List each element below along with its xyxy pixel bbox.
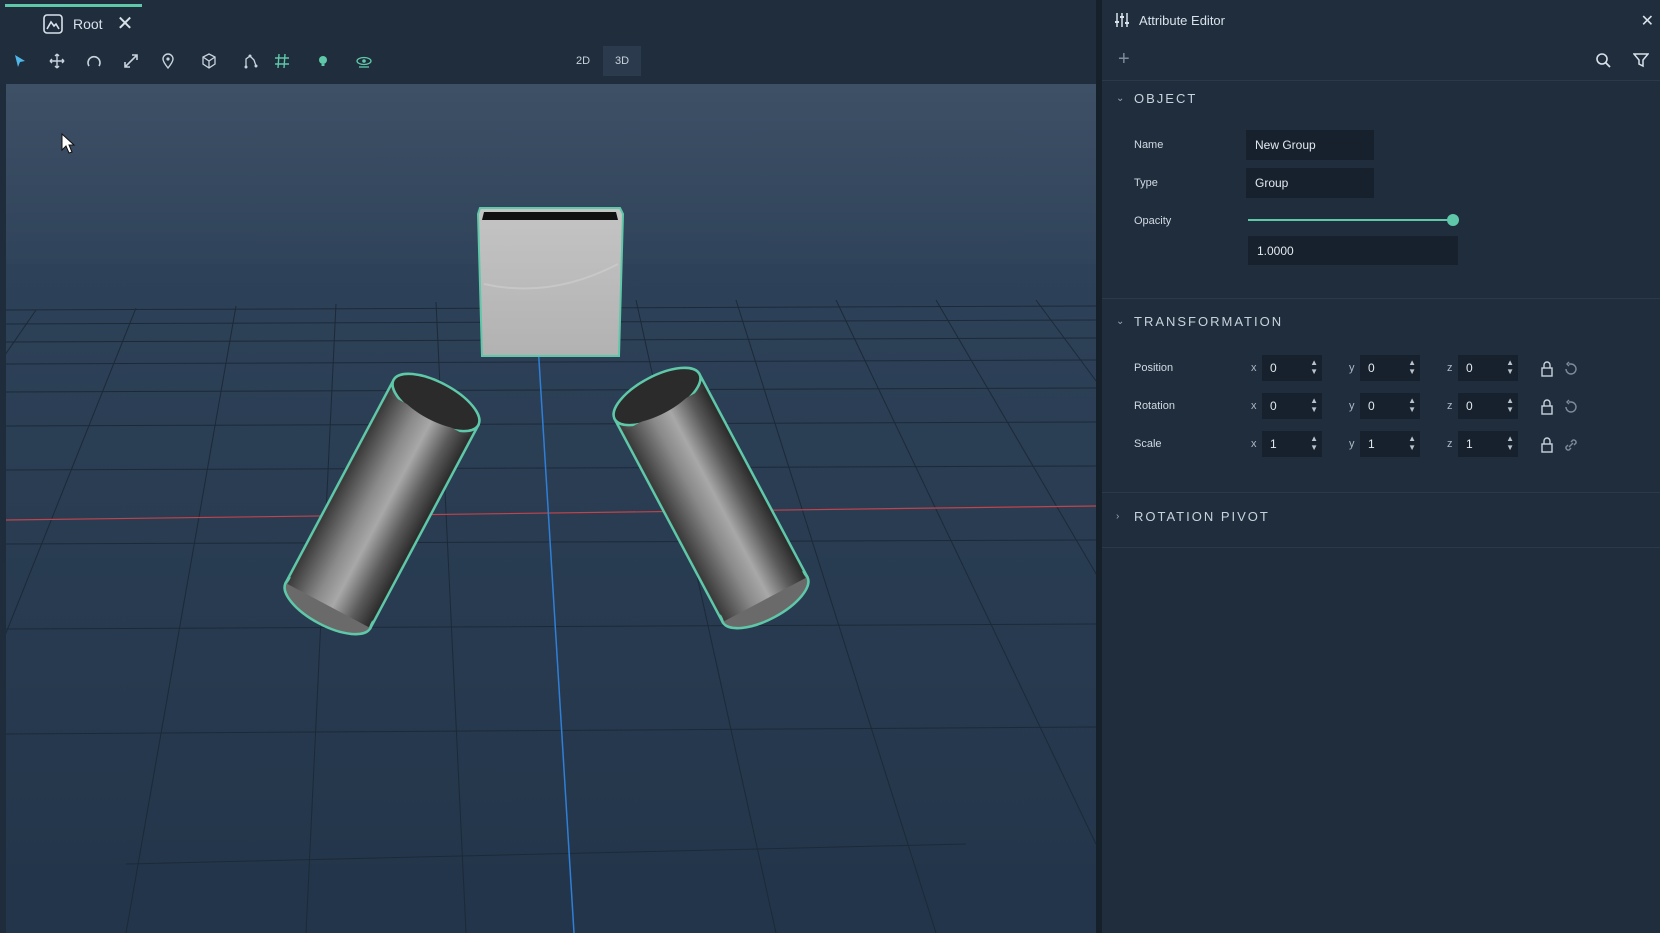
stepper-icon[interactable]: ▲ ▼ [1506, 396, 1514, 414]
section-rotation-pivot-header[interactable]: › ROTATION PIVOT [1116, 509, 1270, 524]
position-y-value: 0 [1368, 361, 1375, 375]
axis-z-label: z [1447, 362, 1453, 374]
axis-z-label: z [1447, 400, 1453, 412]
reset-icon[interactable] [1563, 361, 1579, 377]
position-z-input[interactable]: 0 ▲ ▼ [1458, 355, 1518, 381]
rotation-z-input[interactable]: 0 ▲ ▼ [1458, 393, 1518, 419]
scale-label: Scale [1134, 438, 1162, 450]
lock-icon[interactable] [1539, 399, 1555, 415]
axis-x-label: x [1251, 400, 1257, 412]
close-icon[interactable]: ✕ [1641, 11, 1654, 31]
scale-x-input[interactable]: 1 ▲ ▼ [1262, 431, 1322, 457]
scene-icon [43, 13, 63, 34]
add-icon[interactable]: + [1118, 48, 1130, 71]
scale-x-value: 1 [1270, 437, 1277, 451]
position-y-input[interactable]: 0 ▲ ▼ [1360, 355, 1420, 381]
move-icon[interactable] [44, 48, 70, 74]
stepper-icon[interactable]: ▲ ▼ [1506, 434, 1514, 452]
separator [1102, 492, 1660, 493]
rotation-y-value: 0 [1368, 399, 1375, 413]
rotation-x-input[interactable]: 0 ▲ ▼ [1262, 393, 1322, 419]
position-x-input[interactable]: 0 ▲ ▼ [1262, 355, 1322, 381]
separator [1102, 298, 1660, 299]
view-3d-button[interactable]: 3D [603, 46, 641, 76]
separator [1102, 547, 1660, 548]
tab-label: Root [73, 15, 103, 32]
chevron-down-icon: ⌄ [1116, 316, 1127, 327]
opacity-value-field[interactable]: 1.0000 [1248, 236, 1458, 265]
reset-icon[interactable] [1563, 399, 1579, 415]
name-label: Name [1134, 139, 1164, 151]
tab-root[interactable]: Root ✕ [5, 4, 142, 40]
tab-bar: Root ✕ [0, 0, 1097, 40]
snap-points-icon[interactable] [238, 48, 264, 74]
scene-canvas[interactable] [6, 84, 1096, 933]
search-icon[interactable] [1595, 52, 1611, 68]
axis-y-label: y [1349, 362, 1355, 374]
scale-z-input[interactable]: 1 ▲ ▼ [1458, 431, 1518, 457]
grid-icon[interactable] [269, 48, 295, 74]
stepper-icon[interactable]: ▲ ▼ [1408, 396, 1416, 414]
panel-header: Attribute Editor ✕ [1102, 0, 1660, 40]
section-transformation-title: TRANSFORMATION [1134, 314, 1284, 329]
chevron-down-icon: ⌄ [1116, 93, 1127, 104]
lock-icon[interactable] [1539, 437, 1555, 453]
cube-object[interactable] [476, 207, 625, 357]
stepper-icon[interactable]: ▲ ▼ [1310, 434, 1318, 452]
position-label: Position [1134, 362, 1174, 374]
section-rotation-pivot-title: ROTATION PIVOT [1134, 509, 1270, 524]
scale-z-value: 1 [1466, 437, 1473, 451]
location-pin-icon[interactable] [155, 48, 181, 74]
viewport-toolbar: 2D 3D [0, 40, 1097, 84]
view-2d-button[interactable]: 2D [564, 46, 602, 76]
3d-viewport[interactable] [6, 84, 1096, 933]
link-icon[interactable] [1563, 437, 1579, 453]
axis-x-label: x [1251, 438, 1257, 450]
scale-y-input[interactable]: 1 ▲ ▼ [1360, 431, 1420, 457]
stepper-icon[interactable]: ▲ ▼ [1506, 358, 1514, 376]
section-object-title: OBJECT [1134, 91, 1198, 106]
rotate-icon[interactable] [81, 48, 107, 74]
chevron-right-icon: › [1116, 511, 1122, 522]
opacity-slider-thumb[interactable] [1447, 214, 1459, 226]
rotation-x-value: 0 [1270, 399, 1277, 413]
section-transformation-header[interactable]: ⌄ TRANSFORMATION [1116, 314, 1283, 329]
axis-y-label: y [1349, 400, 1355, 412]
filter-icon[interactable] [1633, 52, 1649, 68]
stepper-icon[interactable]: ▲ ▼ [1408, 358, 1416, 376]
opacity-slider[interactable] [1248, 210, 1459, 230]
lock-icon[interactable] [1539, 361, 1555, 377]
section-object-header[interactable]: ⌄ OBJECT [1116, 91, 1197, 106]
name-field[interactable]: New Group [1246, 130, 1374, 160]
light-icon[interactable] [310, 48, 336, 74]
stepper-icon[interactable]: ▲ ▼ [1310, 358, 1318, 376]
separator [1102, 80, 1660, 81]
position-z-value: 0 [1466, 361, 1473, 375]
attribute-editor-panel: Attribute Editor ✕ + ⌄ OBJECT Name New G… [1102, 0, 1660, 933]
opacity-label: Opacity [1134, 215, 1172, 227]
opacity-slider-track [1248, 219, 1453, 221]
axis-z-label: z [1447, 438, 1453, 450]
type-field[interactable]: Group [1246, 168, 1374, 198]
close-icon[interactable]: ✕ [117, 14, 134, 34]
floor-plane [6, 264, 1096, 933]
axis-x-label: x [1251, 362, 1257, 374]
rotation-y-input[interactable]: 0 ▲ ▼ [1360, 393, 1420, 419]
rotation-z-value: 0 [1466, 399, 1473, 413]
axis-y-label: y [1349, 438, 1355, 450]
scale-icon[interactable] [118, 48, 144, 74]
scale-y-value: 1 [1368, 437, 1375, 451]
camera-view-icon[interactable] [351, 48, 377, 74]
sliders-icon [1115, 13, 1129, 27]
select-arrow-icon[interactable] [7, 48, 33, 74]
stepper-icon[interactable]: ▲ ▼ [1408, 434, 1416, 452]
panel-title: Attribute Editor [1139, 12, 1225, 28]
object-icon[interactable] [196, 48, 222, 74]
type-label: Type [1134, 177, 1158, 189]
position-x-value: 0 [1270, 361, 1277, 375]
rotation-label: Rotation [1134, 400, 1175, 412]
stepper-icon[interactable]: ▲ ▼ [1310, 396, 1318, 414]
